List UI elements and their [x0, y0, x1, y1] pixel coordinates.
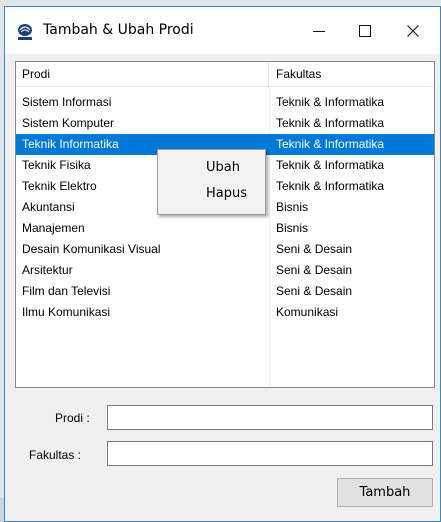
cell-fakultas: Teknik & Informatika [276, 116, 385, 130]
tambah-button[interactable]: Tambah [337, 478, 433, 507]
cell-prodi: Sistem Komputer [22, 116, 115, 130]
prodi-input[interactable] [107, 405, 433, 430]
fakultas-input[interactable] [107, 441, 433, 466]
cell-fakultas: Teknik & Informatika [276, 137, 385, 151]
dialog-window: Tambah & Ubah Prodi Prodi Fakultas Siste… [4, 6, 441, 522]
cell-prodi: Sistem Informasi [22, 95, 112, 109]
list-row[interactable]: Sistem Komputer Teknik & Informatika [16, 113, 434, 134]
maximize-button[interactable] [342, 7, 388, 54]
context-menu-hapus[interactable]: Hapus [160, 182, 263, 206]
list-row[interactable]: Film dan Televisi Seni & Desain [16, 281, 434, 302]
minimize-icon [313, 30, 325, 32]
context-menu: Ubah Hapus [157, 149, 266, 215]
prodi-label: Prodi : [55, 411, 90, 425]
cell-fakultas: Bisnis [276, 221, 309, 235]
cell-fakultas: Teknik & Informatika [276, 179, 385, 193]
list-row[interactable]: Desain Komunikasi Visual Seni & Desain [16, 239, 434, 260]
close-button[interactable] [390, 7, 436, 54]
cell-prodi: Ilmu Komunikasi [22, 305, 111, 319]
list-header: Prodi Fakultas [16, 62, 434, 87]
cell-fakultas: Seni & Desain [276, 284, 353, 298]
list-row[interactable]: Manajemen Bisnis [16, 218, 434, 239]
fakultas-label: Fakultas : [29, 448, 82, 462]
list-row[interactable]: Arsitektur Seni & Desain [16, 260, 434, 281]
close-icon [407, 24, 419, 37]
cell-fakultas: Bisnis [276, 200, 309, 214]
window-title: Tambah & Ubah Prodi [43, 22, 194, 38]
maximize-icon [359, 24, 371, 37]
list-row[interactable]: Ilmu Komunikasi Komunikasi [16, 302, 434, 323]
list-row[interactable]: Sistem Informasi Teknik & Informatika [16, 92, 434, 113]
column-header-prodi[interactable]: Prodi [16, 62, 269, 87]
context-menu-ubah[interactable]: Ubah [160, 156, 263, 180]
prodi-list-view[interactable]: Prodi Fakultas Sistem Informasi Teknik & … [15, 61, 435, 388]
cell-prodi: Film dan Televisi [22, 284, 111, 298]
cell-fakultas: Komunikasi [276, 305, 339, 319]
column-header-fakultas[interactable]: Fakultas [270, 62, 436, 87]
cell-prodi: Manajemen [22, 221, 85, 235]
university-logo-icon [15, 23, 35, 41]
minimize-button[interactable] [296, 7, 342, 54]
cell-prodi: Arsitektur [22, 263, 73, 277]
cell-prodi: Desain Komunikasi Visual [22, 242, 161, 256]
cell-fakultas: Teknik & Informatika [276, 158, 385, 172]
cell-fakultas: Teknik & Informatika [276, 95, 385, 109]
cell-fakultas: Seni & Desain [276, 242, 353, 256]
cell-fakultas: Seni & Desain [276, 263, 353, 277]
title-bar[interactable]: Tambah & Ubah Prodi [5, 7, 440, 54]
